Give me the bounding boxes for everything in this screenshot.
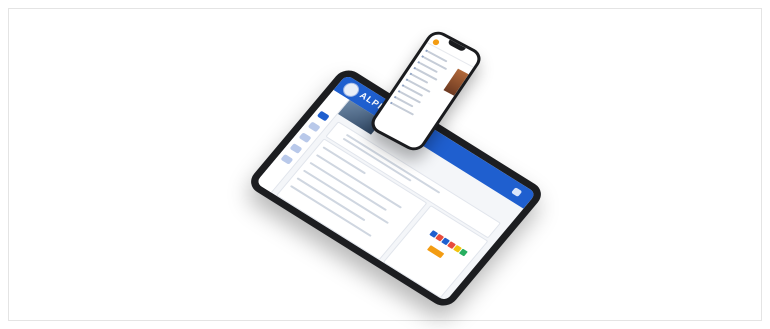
sidebar-item-active[interactable] (316, 110, 330, 122)
image-frame: ALPHA (8, 8, 762, 321)
sidebar-item[interactable] (289, 143, 303, 154)
sidebar-item[interactable] (298, 132, 312, 144)
sidebar-item[interactable] (280, 153, 294, 165)
profile-photo (443, 68, 469, 96)
logo-icon (431, 38, 441, 47)
sidebar-item[interactable] (307, 121, 321, 133)
list-row (296, 177, 366, 222)
user-icon[interactable] (511, 187, 523, 197)
list-row (302, 169, 389, 225)
